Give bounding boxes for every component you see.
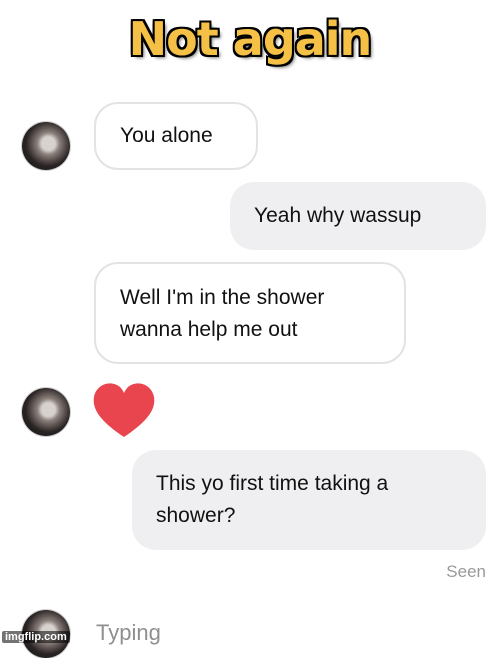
incoming-message: Well I'm in the shower wanna help me out xyxy=(94,262,406,364)
message-text-line: wanna help me out xyxy=(120,318,298,341)
contact-avatar[interactable] xyxy=(22,388,70,436)
message-text: Yeah why wassup xyxy=(254,204,422,227)
message-text-line: This yo first time taking a xyxy=(156,472,389,495)
message-text-line: Well I'm in the shower xyxy=(120,286,325,309)
outgoing-message: Yeah why wassup xyxy=(230,182,486,250)
chat-thread: You alone Yeah why wassup Well I'm in th… xyxy=(0,86,500,658)
watermark: imgflip.com xyxy=(2,631,70,643)
heart-icon xyxy=(93,383,155,437)
seen-status: Seen xyxy=(446,562,486,581)
outgoing-message: This yo first time taking a shower? xyxy=(132,450,486,550)
typing-indicator: Typing xyxy=(96,620,161,645)
meme-caption: Not again xyxy=(128,12,373,66)
message-text-line: shower? xyxy=(156,504,236,527)
incoming-message: You alone xyxy=(94,102,258,170)
contact-avatar[interactable] xyxy=(22,122,70,170)
message-text: You alone xyxy=(120,124,213,147)
